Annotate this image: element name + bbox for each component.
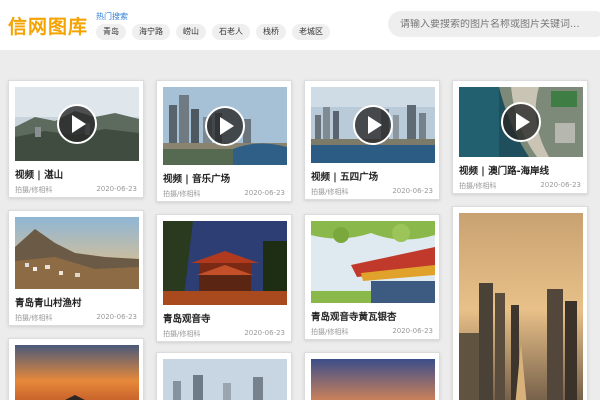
card-date: 2020-06-23: [96, 185, 137, 193]
card-title: 视频 | 音乐广场: [163, 174, 231, 185]
image-card[interactable]: 青岛观音寺黄瓦银杏 拍摄/修相科 2020-06-23: [304, 214, 440, 340]
card-date: 2020-06-23: [244, 329, 285, 337]
play-icon[interactable]: [353, 105, 393, 145]
card-thumbnail: [311, 359, 435, 400]
image-card[interactable]: 青岛观音寺 拍摄/修相科 2020-06-23: [156, 214, 292, 342]
card-meta: 拍摄/修相科 2020-06-23: [163, 329, 285, 339]
card-date: 2020-06-23: [96, 313, 137, 321]
card-thumbnail: [163, 221, 287, 305]
card-source: 拍摄/修相科: [15, 314, 53, 322]
card-thumbnail: [15, 217, 139, 289]
hot-search-label: 热门搜索: [96, 12, 128, 21]
card-thumbnail: [311, 221, 435, 303]
image-card[interactable]: [304, 352, 440, 400]
site-logo[interactable]: 信网图库: [8, 12, 88, 39]
card-meta: 拍摄/修相科 2020-06-23: [15, 185, 137, 195]
image-card[interactable]: 青岛青山村渔村 拍摄/修相科 2020-06-23: [8, 210, 144, 326]
card-source: 拍摄/修相科: [163, 190, 201, 198]
card-meta: 拍摄/修相科 2020-06-23: [15, 313, 137, 323]
card-thumbnail: [15, 345, 139, 400]
tag-zhanqiao[interactable]: 栈桥: [256, 24, 286, 40]
image-card[interactable]: 视频 | 湛山 拍摄/修相科 2020-06-23: [8, 80, 144, 198]
card-meta: 拍摄/修相科 2020-06-23: [311, 187, 433, 197]
site-header: 信网图库 热门搜索 青岛 海宁路 崂山 石老人 栈桥 老城区: [0, 0, 600, 50]
card-title: 青岛青山村渔村: [15, 298, 82, 309]
tag-qingdao[interactable]: 青岛: [96, 24, 126, 40]
card-source: 拍摄/修相科: [15, 186, 53, 194]
card-date: 2020-06-23: [244, 189, 285, 197]
card-thumbnail: [459, 213, 583, 400]
card-meta: 拍摄/修相科 2020-06-23: [311, 327, 433, 337]
tag-shilaoren[interactable]: 石老人: [212, 24, 250, 40]
image-card[interactable]: [156, 352, 292, 400]
search-input[interactable]: [400, 18, 600, 30]
tag-old-town[interactable]: 老城区: [292, 24, 330, 40]
card-source: 拍摄/修相科: [459, 182, 497, 190]
card-meta: 拍摄/修相科 2020-06-23: [163, 189, 285, 199]
image-card[interactable]: 视频 | 澳门路-海岸线 拍摄/修相科 2020-06-23: [452, 80, 588, 194]
play-icon[interactable]: [501, 102, 541, 142]
card-title: 视频 | 湛山: [15, 170, 64, 181]
card-source: 拍摄/修相科: [311, 328, 349, 336]
image-card[interactable]: 视频 | 音乐广场 拍摄/修相科 2020-06-23: [156, 80, 292, 202]
tag-laoshan[interactable]: 崂山: [176, 24, 206, 40]
card-source: 拍摄/修相科: [311, 188, 349, 196]
card-title: 视频 | 五四广场: [311, 172, 379, 183]
play-icon[interactable]: [205, 106, 245, 146]
card-date: 2020-06-23: [540, 181, 581, 189]
card-date: 2020-06-23: [392, 187, 433, 195]
image-card[interactable]: [452, 206, 588, 400]
card-title: 青岛观音寺: [163, 314, 211, 325]
tag-haining-road[interactable]: 海宁路: [132, 24, 170, 40]
card-title: 青岛观音寺黄瓦银杏: [311, 312, 397, 323]
card-title: 视频 | 澳门路-海岸线: [459, 166, 550, 177]
card-date: 2020-06-23: [392, 327, 433, 335]
card-source: 拍摄/修相科: [163, 330, 201, 338]
card-thumbnail: [163, 359, 287, 400]
play-icon[interactable]: [57, 104, 97, 144]
card-meta: 拍摄/修相科 2020-06-23: [459, 181, 581, 191]
image-card[interactable]: 视频 | 五四广场 拍摄/修相科 2020-06-23: [304, 80, 440, 200]
search-bar: [388, 11, 600, 37]
hot-search-tags: 青岛 海宁路 崂山 石老人 栈桥 老城区: [96, 24, 330, 40]
image-card[interactable]: [8, 338, 144, 400]
